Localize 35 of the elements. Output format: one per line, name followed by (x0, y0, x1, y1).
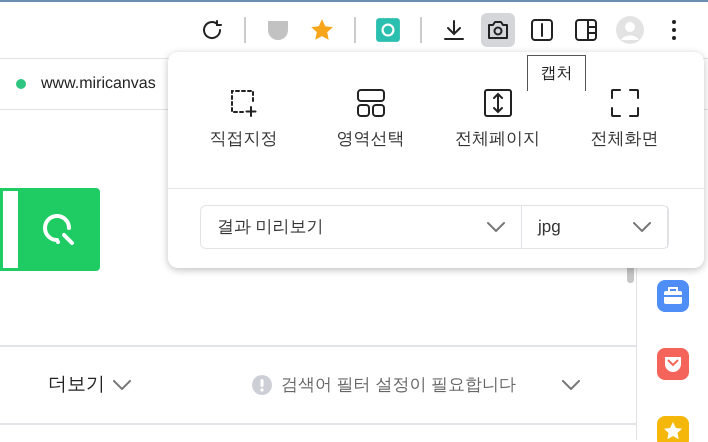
capture-mode-button[interactable]: 전체페이지 (434, 88, 561, 188)
search-button[interactable] (18, 188, 100, 271)
chevron-down-icon (633, 222, 651, 232)
reload-icon (200, 18, 224, 42)
download-icon (442, 18, 466, 42)
capture-mode-button[interactable]: 전체화면 (561, 88, 688, 188)
more-dropdown[interactable]: 더보기 (48, 370, 131, 400)
dropdown-select[interactable]: jpg (522, 206, 668, 248)
extension-icon (375, 17, 401, 43)
info-icon (251, 374, 273, 396)
select-region-icon (228, 88, 258, 118)
chevron-down-icon (562, 380, 580, 390)
search-icon (41, 212, 77, 248)
url-text[interactable]: www.miricanvas (41, 72, 156, 96)
layout-icon (356, 88, 386, 118)
camera-icon (486, 18, 510, 42)
reader-icon (530, 18, 554, 42)
fullscreen-icon (610, 88, 640, 118)
chevron-down-icon (487, 222, 505, 232)
star-icon[interactable] (656, 416, 688, 442)
chevron-down-icon (113, 380, 131, 390)
avatar-icon (616, 16, 644, 44)
camera-button[interactable] (481, 13, 515, 47)
filter-notice: 검색어 필터 설정이 필요합니다 (281, 374, 516, 396)
pocket-icon[interactable] (656, 348, 688, 380)
menu-icon (671, 19, 677, 41)
sidebar-icon (574, 18, 598, 42)
tooltip: 캡처 (527, 55, 586, 91)
capture-mode-button[interactable]: 직접지정 (180, 88, 307, 188)
vertical-arrows-icon (482, 88, 512, 118)
secure-dot (16, 79, 26, 89)
capture-mode-button[interactable]: 영역선택 (307, 88, 434, 188)
shield-icon (266, 18, 290, 42)
briefcase-icon[interactable] (656, 280, 688, 312)
dropdown-select[interactable]: 결과 미리보기 (201, 206, 522, 248)
